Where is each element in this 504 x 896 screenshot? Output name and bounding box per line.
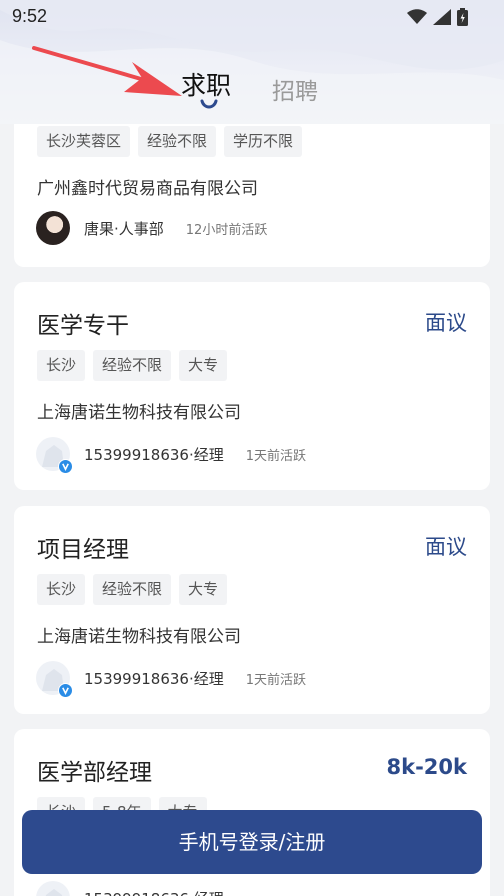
job-list: 长沙芙蓉区 经验不限 学历不限 广州鑫时代贸易商品有限公司 唐果·人事部 12小… [0, 0, 504, 896]
avatar [36, 211, 70, 245]
status-time: 9:52 [12, 6, 48, 26]
login-register-button[interactable]: 手机号登录/注册 [22, 810, 482, 874]
job-salary: 面议 [425, 535, 467, 559]
recruiter-active-time: 1天前活跃 [245, 672, 307, 688]
avatar [36, 881, 70, 896]
recruiter-name: 15399918636·经理 [84, 445, 224, 464]
default-avatar-icon [45, 889, 63, 896]
recruiter-name: 15399918636·经理 [84, 669, 224, 688]
tab-recruiting[interactable]: 招聘 [272, 72, 318, 106]
recruiter-active-time: 12小时前活跃 [185, 222, 268, 238]
company-name: 上海唐诺生物科技有限公司 [37, 627, 241, 647]
job-tag: 经验不限 [93, 574, 172, 605]
job-title: 医学部经理 [37, 760, 152, 786]
recruiter-info: 唐果·人事部 12小时前活跃 [36, 211, 267, 245]
company-name: 上海唐诺生物科技有限公司 [37, 403, 241, 423]
job-title: 项目经理 [37, 537, 129, 563]
company-name: 广州鑫时代贸易商品有限公司 [37, 179, 258, 199]
recruiter-name: 15399918636·经理 [84, 888, 224, 896]
job-tag: 长沙 [37, 574, 86, 605]
job-tag: 大专 [179, 574, 228, 605]
verified-icon [58, 459, 73, 474]
job-tag: 学历不限 [224, 126, 303, 157]
status-bar: 9:52 [0, 0, 504, 34]
job-tag: 长沙芙蓉区 [37, 126, 131, 157]
tab-active-indicator [200, 99, 218, 109]
job-salary: 8k-20k [386, 755, 467, 779]
recruiter-info: 15399918636·经理 [36, 881, 224, 896]
job-card[interactable]: 项目经理 面议 长沙 经验不限 大专 上海唐诺生物科技有限公司 15399918… [14, 506, 490, 714]
status-icons [407, 8, 468, 26]
job-tags: 长沙芙蓉区 经验不限 学历不限 [37, 126, 303, 157]
recruiter-name: 唐果·人事部 [84, 219, 164, 238]
recruiter-info: 15399918636·经理 1天前活跃 [36, 437, 307, 474]
recruiter-info: 15399918636·经理 1天前活跃 [36, 661, 307, 698]
job-salary: 面议 [425, 311, 467, 335]
avatar [36, 437, 73, 474]
job-card[interactable]: 医学专干 面议 长沙 经验不限 大专 上海唐诺生物科技有限公司 15399918… [14, 282, 490, 490]
verified-icon [58, 683, 73, 698]
job-tag: 大专 [179, 350, 228, 381]
recruiter-active-time: 1天前活跃 [245, 448, 307, 464]
job-tag: 经验不限 [138, 126, 217, 157]
job-tags: 长沙 经验不限 大专 [37, 350, 228, 381]
pointer-arrow-icon [32, 46, 182, 96]
signal-icon [433, 9, 451, 25]
job-tag: 经验不限 [93, 350, 172, 381]
job-tag: 长沙 [37, 350, 86, 381]
job-tags: 长沙 经验不限 大专 [37, 574, 228, 605]
avatar [36, 661, 73, 698]
job-title: 医学专干 [37, 313, 129, 339]
battery-icon [457, 8, 468, 26]
wifi-icon [407, 9, 427, 24]
